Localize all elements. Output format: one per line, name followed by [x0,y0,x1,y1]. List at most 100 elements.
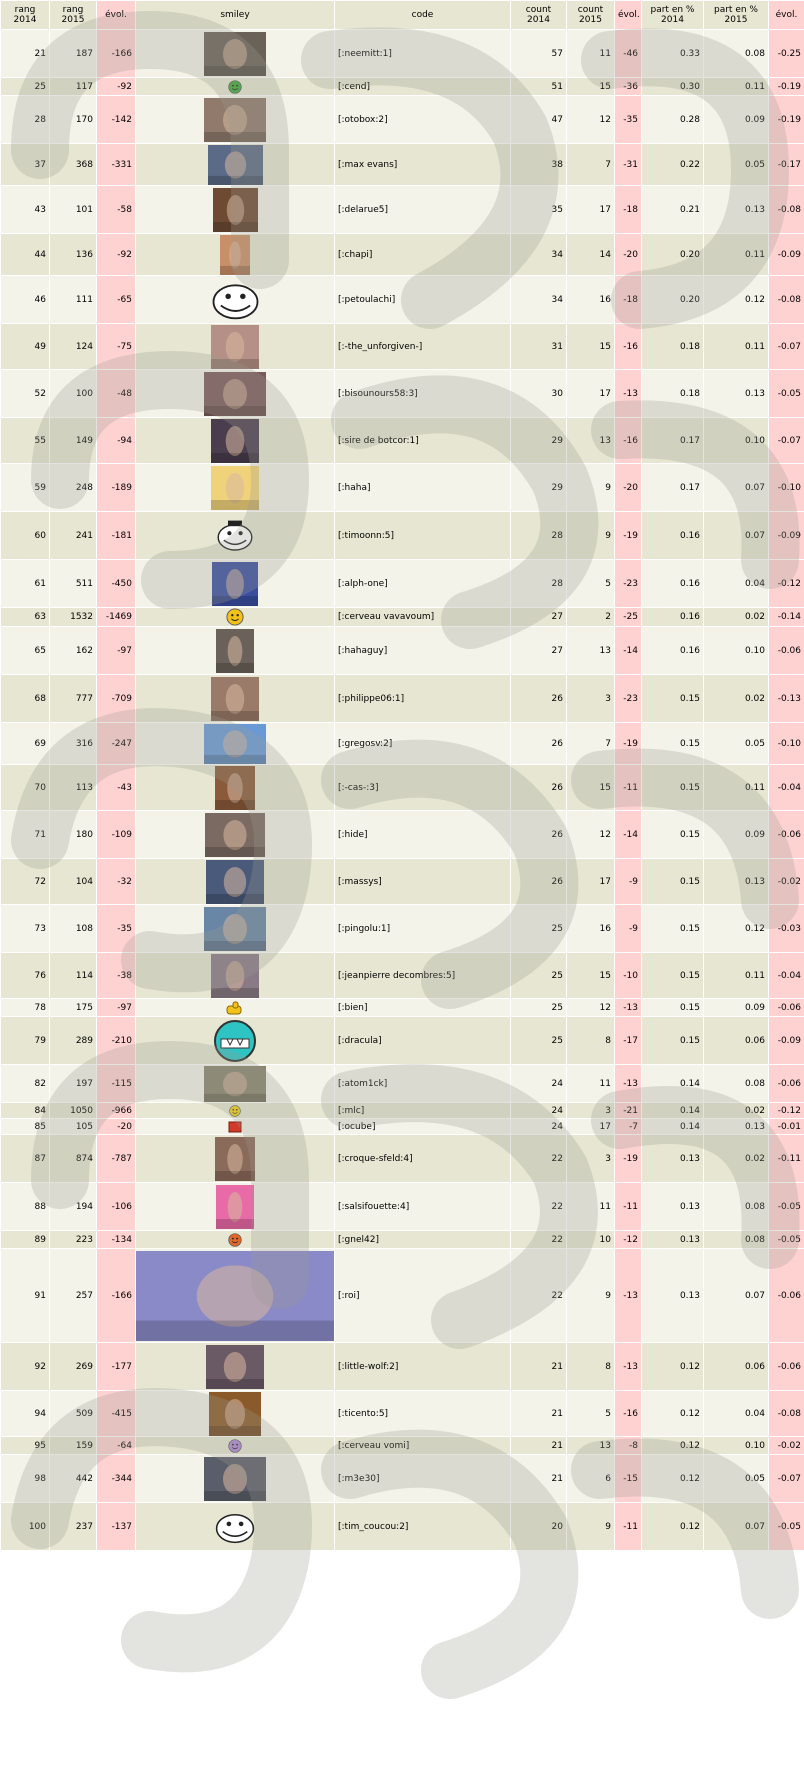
part-evol-cell: -0.19 [768,77,804,96]
part-2014-cell: 0.14 [641,1064,704,1103]
rank-evol-cell: -1469 [96,607,136,627]
smiley-cell [135,1102,335,1119]
count-2014-cell: 21 [510,1436,567,1455]
portrait-photo-icon [204,97,266,142]
rank-2014-cell: 82 [0,1064,50,1103]
count-evol-cell: -14 [614,626,642,675]
code-cell: [:chapi] [334,233,511,276]
rank-2015-cell: 136 [49,233,97,276]
rank-2014-cell: 65 [0,626,50,675]
table-row: 43 101 -58 [:delarue5] 35 17 -18 0.21 0.13 -0.08 [0,185,804,234]
code-cell: [:-cas-:3] [334,764,511,811]
count-2015-cell: 9 [566,1502,615,1551]
count-2015-cell: 15 [566,323,615,370]
count-2015-cell: 15 [566,952,615,999]
rank-2014-cell: 98 [0,1454,50,1503]
money-photo-icon [204,1065,266,1102]
code-cell: [:gregosv:2] [334,722,511,765]
table-row: 98 442 -344 [:m3e30] 21 6 -15 0.12 0.05 -0.07 [0,1454,804,1503]
count-evol-cell: -7 [614,1118,642,1135]
part-evol-cell: -0.02 [768,1436,804,1455]
rank-2014-cell: 28 [0,95,50,144]
part-evol-cell: -0.10 [768,463,804,512]
table-row: 52 100 -48 [:bisounours58:3] 30 17 -13 0.18 0.13… [0,369,804,418]
header-evol-count: évol. [614,0,642,30]
header-evol-part: évol. [768,0,804,30]
portrait-photo-icon [212,187,258,232]
count-2014-cell: 27 [510,626,567,675]
code-cell: [:roi] [334,1248,511,1343]
rank-evol-cell: -166 [96,1248,136,1343]
part-2014-cell: 0.12 [641,1342,704,1391]
count-evol-cell: -9 [614,904,642,953]
rank-evol-cell: -32 [96,858,136,905]
table-row: 25 117 -92 [:cend] 51 15 -36 0.30 0.11 -0.19 [0,77,804,96]
rank-evol-cell: -344 [96,1454,136,1503]
smiley-cell [135,233,335,276]
rank-2015-cell: 874 [49,1134,97,1183]
count-2014-cell: 30 [510,369,567,418]
rank-2014-cell: 92 [0,1342,50,1391]
table-body: 21 187 -166 [:neemitt:1] 57 11 -46 0.33 0.08 -0.2… [0,29,804,1551]
red-cube-icon [228,1121,242,1132]
smiley-cell [135,1064,335,1103]
code-cell: [:max evans] [334,143,511,186]
smiley-cell [135,29,335,78]
rank-2014-cell: 88 [0,1182,50,1231]
smiley-cell [135,998,335,1017]
count-2014-cell: 22 [510,1182,567,1231]
count-2015-cell: 8 [566,1016,615,1065]
cartoon-birds-icon [204,723,266,764]
part-evol-cell: -0.09 [768,1016,804,1065]
part-2015-cell: 0.02 [703,674,769,723]
part-evol-cell: -0.12 [768,559,804,608]
count-2014-cell: 25 [510,1016,567,1065]
rank-evol-cell: -210 [96,1016,136,1065]
count-evol-cell: -36 [614,77,642,96]
smiley-cell [135,1248,335,1343]
part-2015-cell: 0.07 [703,1248,769,1343]
rank-2015-cell: 511 [49,559,97,608]
portrait-photo-icon [220,234,250,275]
part-evol-cell: -0.06 [768,1248,804,1343]
crown-smiley-icon [225,608,245,626]
header-part-2015: part en % 2015 [703,0,769,30]
count-2014-cell: 26 [510,810,567,859]
photo-icon [211,324,259,369]
part-2015-cell: 0.07 [703,463,769,512]
count-2015-cell: 13 [566,417,615,464]
table-row: 71 180 -109 [:hide] 26 12 -14 0.15 0.09 -0.06 [0,810,804,859]
portrait-photo-icon [215,1136,255,1181]
rank-2014-cell: 70 [0,764,50,811]
rank-2014-cell: 87 [0,1134,50,1183]
count-evol-cell: -11 [614,1182,642,1231]
smiley-cell [135,77,335,96]
part-2015-cell: 0.02 [703,1134,769,1183]
rank-2015-cell: 1532 [49,607,97,627]
count-2014-cell: 38 [510,143,567,186]
smiley-cell [135,1502,335,1551]
part-evol-cell: -0.19 [768,95,804,144]
part-evol-cell: -0.05 [768,1502,804,1551]
count-2015-cell: 2 [566,607,615,627]
table-row: 100 237 -137 [:tim_coucou:2] 20 9 -11 0.12 0.07-… [0,1502,804,1551]
part-evol-cell: -0.08 [768,275,804,324]
count-2014-cell: 28 [510,511,567,560]
smiley-cell [135,858,335,905]
part-2015-cell: 0.13 [703,369,769,418]
part-evol-cell: -0.02 [768,858,804,905]
count-2015-cell: 3 [566,1134,615,1183]
count-evol-cell: -12 [614,1230,642,1249]
count-2015-cell: 9 [566,511,615,560]
rank-2015-cell: 104 [49,858,97,905]
table-row: 28 170 -142 [:otobox:2] 47 12 -35 0.28 0.09 -0.19 [0,95,804,144]
code-cell: [:atom1ck] [334,1064,511,1103]
part-2014-cell: 0.14 [641,1102,704,1119]
count-evol-cell: -19 [614,511,642,560]
count-2014-cell: 21 [510,1342,567,1391]
part-2014-cell: 0.14 [641,1118,704,1135]
part-2014-cell: 0.13 [641,1134,704,1183]
rank-2014-cell: 100 [0,1502,50,1551]
count-2014-cell: 35 [510,185,567,234]
part-2015-cell: 0.12 [703,275,769,324]
